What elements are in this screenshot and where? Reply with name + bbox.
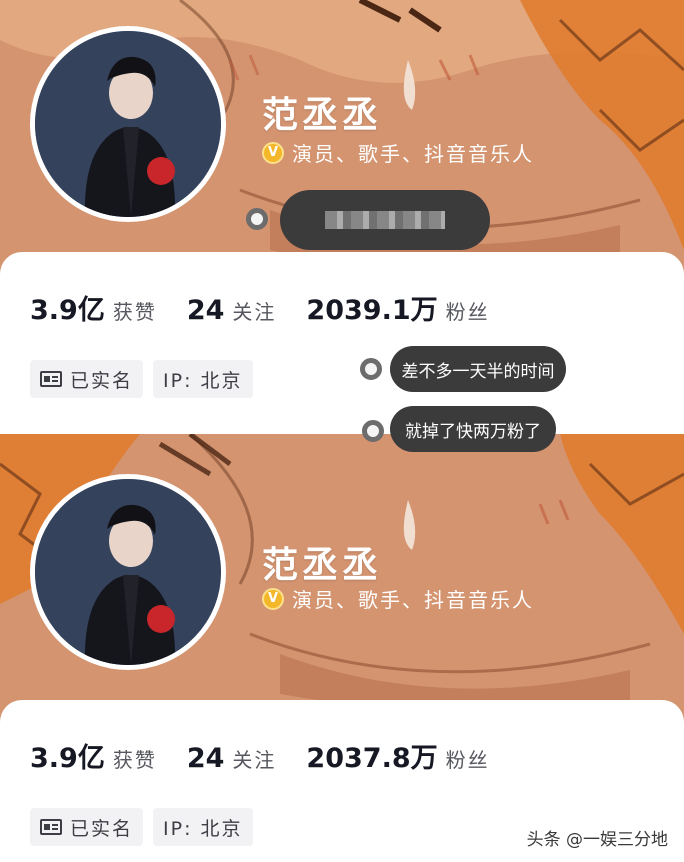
likes-count: 3.9亿 xyxy=(30,295,105,326)
annotation-text-2: 就掉了快两万粉了 xyxy=(405,421,541,442)
profile-tags: 已实名 IP: 北京 xyxy=(30,360,253,398)
real-name-label: 已实名 xyxy=(70,369,134,392)
stats-row: 3.9亿 获赞 24 关注 2037.8万 粉丝 xyxy=(30,736,520,775)
annotation-text-1: 差不多一天半的时间 xyxy=(401,361,555,382)
avatar[interactable] xyxy=(30,474,226,670)
following-label[interactable]: 关注 xyxy=(232,296,276,325)
real-name-tag: 已实名 xyxy=(30,360,144,398)
real-name-tag: 已实名 xyxy=(30,808,144,846)
followers-label[interactable]: 粉丝 xyxy=(446,296,490,325)
avatar-photo xyxy=(35,479,221,665)
following-count[interactable]: 24 xyxy=(187,743,225,774)
profile-tags: 已实名 IP: 北京 xyxy=(30,808,253,846)
verification-text: 演员、歌手、抖音音乐人 xyxy=(292,588,534,612)
redacted-bubble xyxy=(280,190,490,250)
profile-name: 范丞丞 xyxy=(262,544,383,586)
followers-count[interactable]: 2039.1万 xyxy=(306,288,437,327)
profile-panel-before: 范丞丞 V 演员、歌手、抖音音乐人 3.9亿 获赞 24 关注 2039.1万 … xyxy=(0,0,684,432)
profile-info-card: 3.9亿 获赞 24 关注 2039.1万 粉丝 已实名 IP: 北京 xyxy=(0,252,684,432)
id-card-icon xyxy=(40,371,62,387)
profile-name: 范丞丞 xyxy=(262,94,383,136)
profile-panel-after: 范丞丞 V 演员、歌手、抖音音乐人 3.9亿 获赞 24 关注 2037.8万 … xyxy=(0,434,684,862)
verification-text: 演员、歌手、抖音音乐人 xyxy=(292,142,534,166)
watermark: 头条 @一娱三分地 xyxy=(526,830,668,850)
ip-location-label: IP: 北京 xyxy=(163,817,243,840)
likes-label: 获赞 xyxy=(112,748,157,772)
likes-label: 获赞 xyxy=(112,300,157,324)
annotation-bubble-2: 就掉了快两万粉了 xyxy=(390,406,556,452)
bubble-dot xyxy=(360,358,382,380)
ip-location-label: IP: 北京 xyxy=(163,369,243,392)
followers-label[interactable]: 粉丝 xyxy=(446,744,490,773)
redacted-text xyxy=(325,211,445,229)
likes-count: 3.9亿 xyxy=(30,743,105,774)
ip-location-tag: IP: 北京 xyxy=(153,808,253,846)
id-card-icon xyxy=(40,819,62,835)
annotation-bubble-1: 差不多一天半的时间 xyxy=(390,346,566,392)
avatar[interactable] xyxy=(30,26,226,222)
v-badge-icon: V xyxy=(262,587,284,610)
real-name-label: 已实名 xyxy=(70,817,134,840)
verification-row: V 演员、歌手、抖音音乐人 xyxy=(262,138,534,167)
bubble-dot xyxy=(246,208,268,230)
verification-row: V 演员、歌手、抖音音乐人 xyxy=(262,584,534,613)
following-count[interactable]: 24 xyxy=(187,295,225,326)
followers-count[interactable]: 2037.8万 xyxy=(306,736,437,775)
bubble-dot xyxy=(362,420,384,442)
stats-row: 3.9亿 获赞 24 关注 2039.1万 粉丝 xyxy=(30,288,520,327)
ip-location-tag: IP: 北京 xyxy=(153,360,253,398)
v-badge-icon: V xyxy=(262,141,284,164)
following-label[interactable]: 关注 xyxy=(232,744,276,773)
avatar-photo xyxy=(35,31,221,217)
